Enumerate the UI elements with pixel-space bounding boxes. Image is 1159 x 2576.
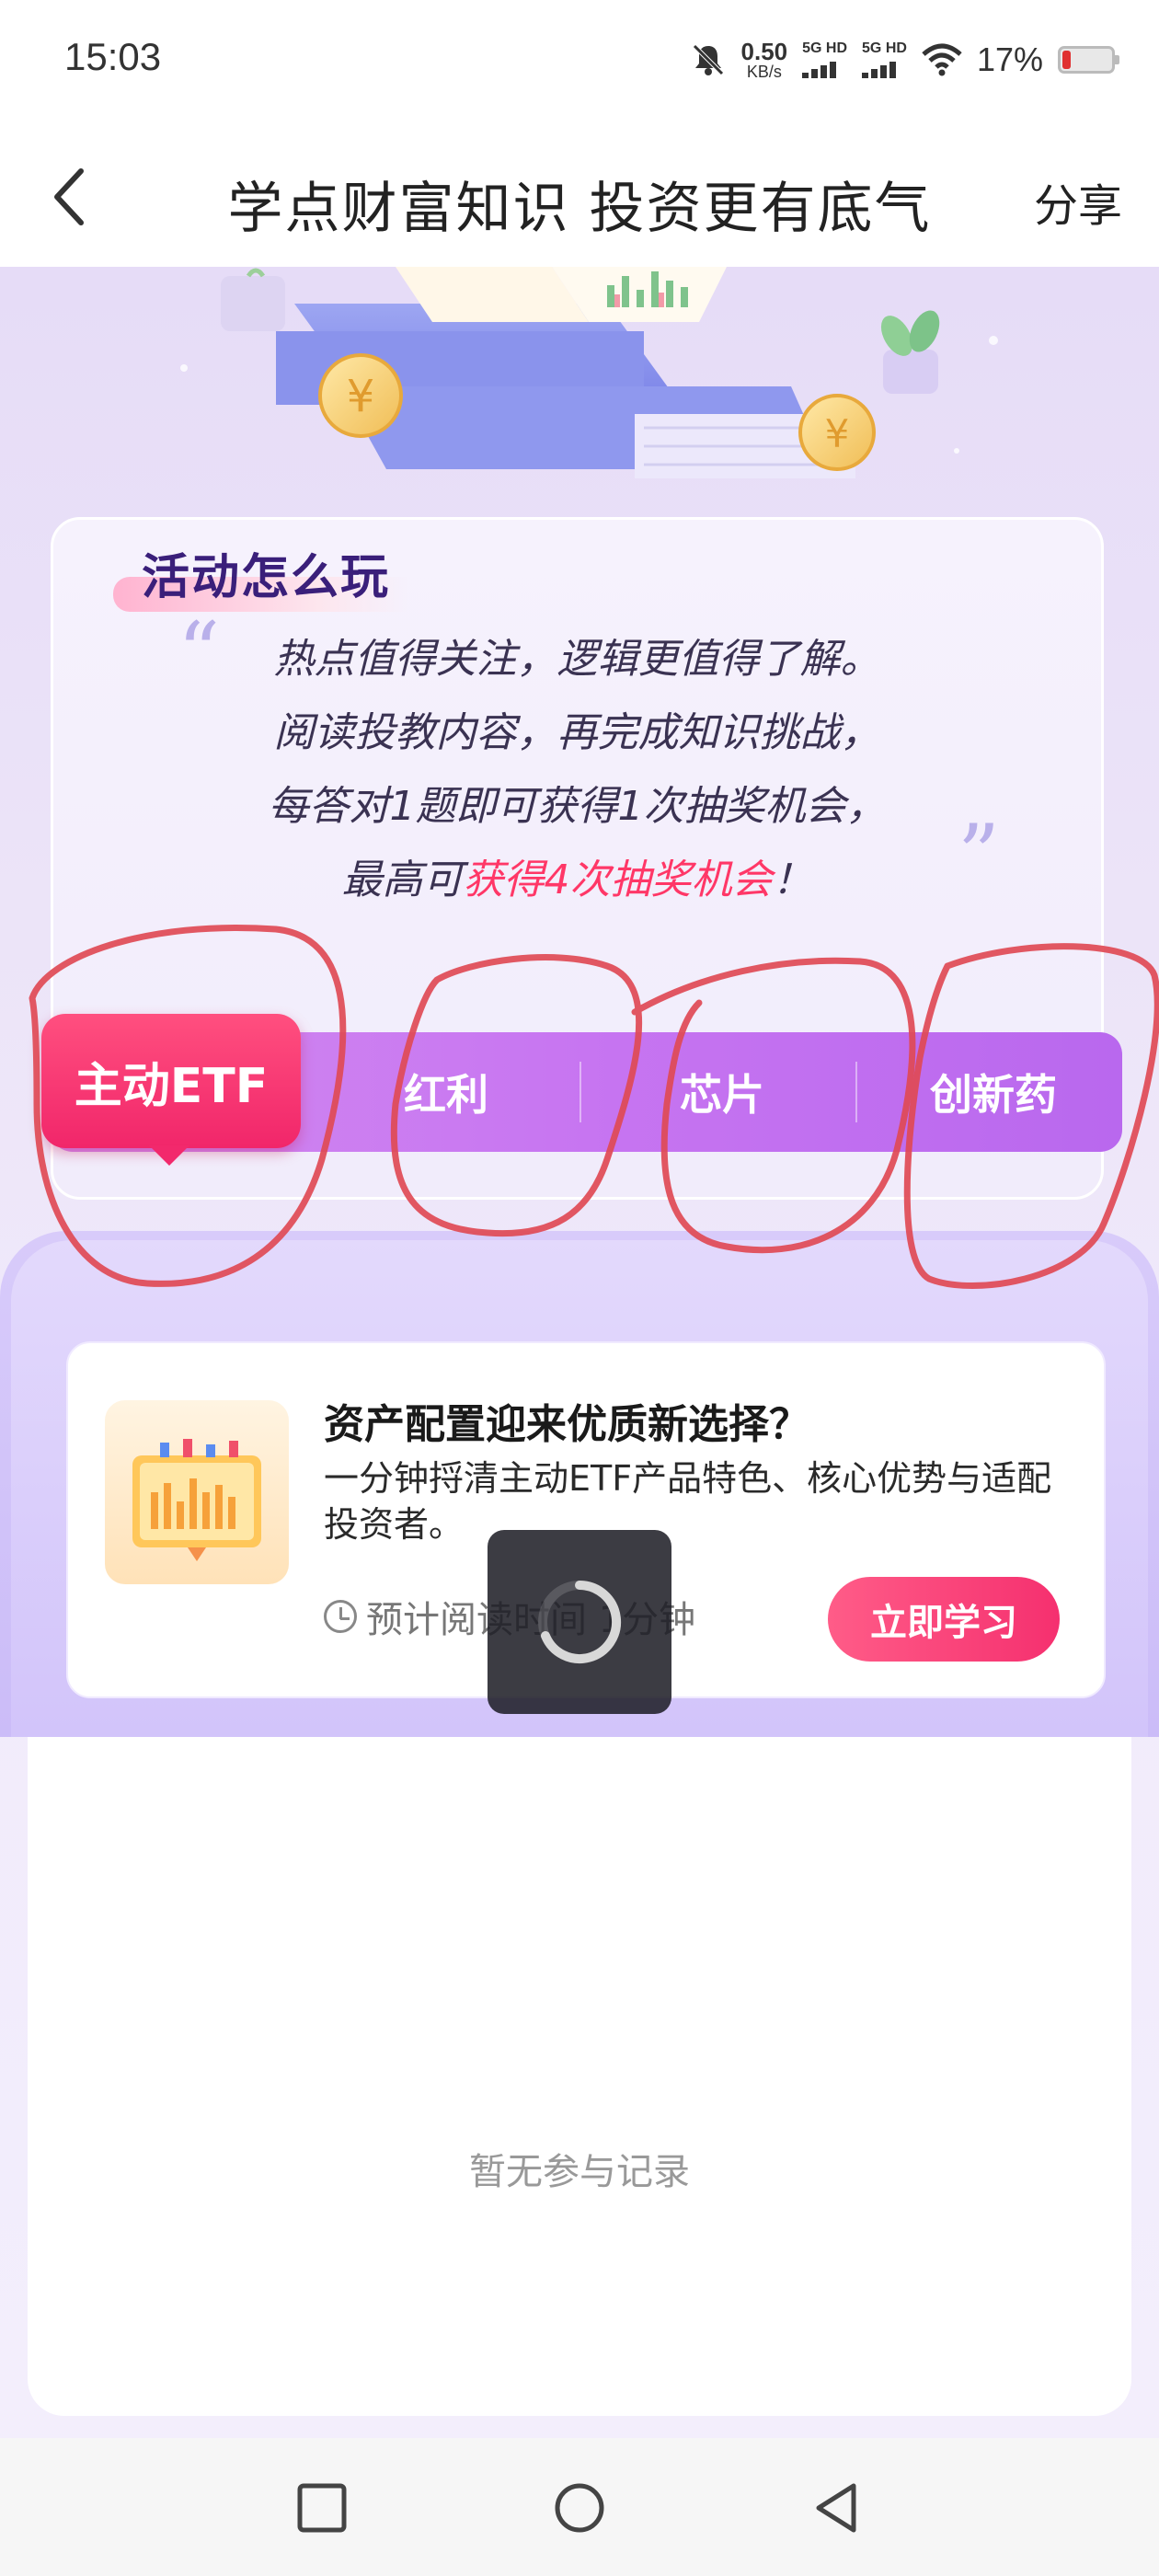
books-illustration: ¥ ¥ <box>180 267 998 478</box>
rules-line: 最高可获得4次抽奖机会！ <box>53 844 1101 917</box>
mute-bell-icon <box>692 44 724 75</box>
tab-dividend[interactable]: 红利 <box>345 1032 547 1152</box>
signal-2-label: 5G HD <box>862 40 907 56</box>
tab-innovative-drug[interactable]: 创新药 <box>878 1032 1108 1152</box>
tab-divider <box>580 1062 581 1122</box>
tab-active-etf[interactable]: 主动ETF <box>41 1014 301 1148</box>
signal-2: 5G HD <box>862 41 907 78</box>
wifi-icon <box>922 43 962 76</box>
nav-bar: 学点财富知识 投资更有底气 分享 <box>0 129 1159 267</box>
recent-apps-icon[interactable] <box>287 2473 357 2543</box>
status-icons: 0.50 KB/s 5G HD 5G HD 17% <box>690 37 1119 83</box>
network-speed-unit: KB/s <box>746 63 782 81</box>
battery-percent: 17% <box>976 40 1043 78</box>
rules-line-highlight: 获得4次抽奖机会 <box>463 857 773 903</box>
education-card-description: 一分钟捋清主动ETF产品特色、核心优势与适配投资者。 <box>324 1458 1052 1545</box>
signal-bars-icon <box>802 60 837 78</box>
main-content: ¥ ¥ 活动怎么玩 “ ” 热点值得关注，逻辑更值得了解。 阅读投教内容，再完成… <box>0 267 1159 2438</box>
home-icon[interactable] <box>545 2473 614 2543</box>
battery-icon <box>1058 46 1119 74</box>
status-time: 15:03 <box>64 35 162 78</box>
rules-title: 活动怎么玩 <box>142 550 391 605</box>
loading-spinner-icon <box>538 1581 622 1663</box>
page-title: 学点财富知识 投资更有底气 <box>227 177 932 241</box>
rules-text: 热点值得关注，逻辑更值得了解。 阅读投教内容，再完成知识挑战， 每答对1题即可获… <box>53 623 1101 917</box>
system-nav-bar <box>0 2438 1159 2576</box>
records-card: 暂无参与记录 <box>28 1737 1131 2416</box>
rules-line-prefix: 最高可 <box>341 857 464 903</box>
learn-now-button[interactable]: 立即学习 <box>828 1577 1060 1662</box>
svg-text:¥: ¥ <box>347 371 375 422</box>
rules-line: 阅读投教内容，再完成知识挑战， <box>273 709 881 756</box>
status-bar: 15:03 0.50 KB/s 5G HD 5G HD 17% <box>0 0 1159 129</box>
rules-line-suffix: ！ <box>772 857 813 903</box>
loading-overlay <box>488 1530 671 1714</box>
signal-bars-icon <box>862 60 897 78</box>
rules-line: 每答对1题即可获得1次抽奖机会， <box>268 783 887 830</box>
signal-1-label: 5G HD <box>802 40 848 56</box>
rules-line: 热点值得关注，逻辑更值得了解。 <box>273 636 881 683</box>
network-speed: 0.50 KB/s <box>741 40 788 80</box>
clock-icon <box>324 1600 357 1633</box>
tab-divider <box>855 1062 857 1122</box>
education-card-title: 资产配置迎来优质新选择？ <box>324 1401 809 1448</box>
network-speed-value: 0.50 <box>740 38 788 65</box>
active-tab-pointer <box>149 1145 189 1166</box>
share-button[interactable]: 分享 <box>1034 169 1122 234</box>
signal-1: 5G HD <box>802 41 847 78</box>
chart-thumbnail-icon <box>105 1400 289 1584</box>
tab-chip[interactable]: 芯片 <box>612 1032 832 1152</box>
empty-records-text: 暂无参与记录 <box>469 2151 690 2193</box>
back-triangle-icon[interactable] <box>802 2473 872 2543</box>
svg-text:¥: ¥ <box>825 411 850 456</box>
